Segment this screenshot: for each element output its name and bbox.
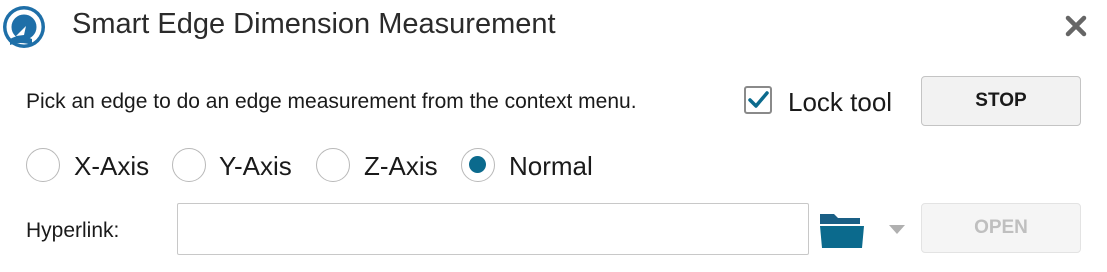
title-bar: Smart Edge Dimension Measurement <box>0 0 1107 60</box>
hyperlink-input[interactable] <box>177 203 809 255</box>
radio-x-axis[interactable] <box>26 148 60 182</box>
folder-icon[interactable] <box>818 210 866 250</box>
close-icon[interactable] <box>1062 12 1090 40</box>
stop-button[interactable]: STOP <box>921 76 1081 126</box>
radio-normal[interactable] <box>461 148 495 182</box>
lock-tool-checkbox[interactable] <box>744 86 772 114</box>
radio-selected-dot <box>469 156 486 173</box>
hyperlink-row: Hyperlink: OPEN <box>0 203 1107 255</box>
open-button: OPEN <box>921 203 1081 253</box>
lock-tool-label[interactable]: Lock tool <box>788 87 892 118</box>
window-title: Smart Edge Dimension Measurement <box>72 8 556 40</box>
radio-x-axis-label[interactable]: X-Axis <box>74 151 149 182</box>
radio-y-axis-label[interactable]: Y-Axis <box>219 151 292 182</box>
checkmark-icon <box>748 91 769 108</box>
radio-z-axis[interactable] <box>316 148 350 182</box>
radio-y-axis[interactable] <box>172 148 206 182</box>
radio-normal-label[interactable]: Normal <box>509 151 593 182</box>
chevron-down-icon[interactable] <box>886 222 908 236</box>
app-logo-icon <box>3 6 45 48</box>
radio-z-axis-label[interactable]: Z-Axis <box>364 151 438 182</box>
instruction-row: Pick an edge to do an edge measurement f… <box>0 76 1107 128</box>
hyperlink-label: Hyperlink: <box>26 219 120 242</box>
instruction-text: Pick an edge to do an edge measurement f… <box>26 90 637 113</box>
axis-options: X-Axis Y-Axis Z-Axis Normal <box>0 146 1107 186</box>
